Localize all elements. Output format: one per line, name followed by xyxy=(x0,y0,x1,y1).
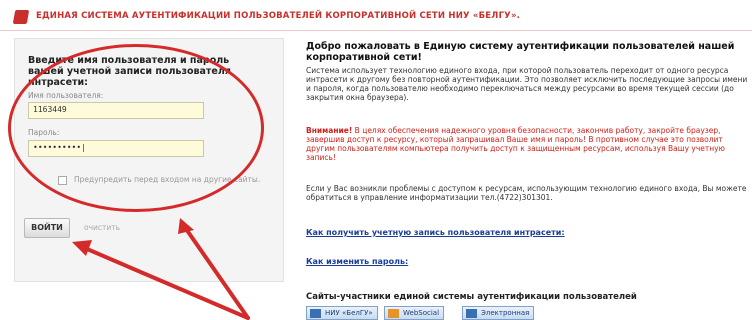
arrow-head-right xyxy=(178,218,194,234)
annotation-arrows xyxy=(72,218,250,320)
page: ЕДИНАЯ СИСТЕМА АУТЕНТИФИКАЦИИ ПОЛЬЗОВАТЕ… xyxy=(0,0,752,320)
arrow-head-left xyxy=(72,240,92,256)
